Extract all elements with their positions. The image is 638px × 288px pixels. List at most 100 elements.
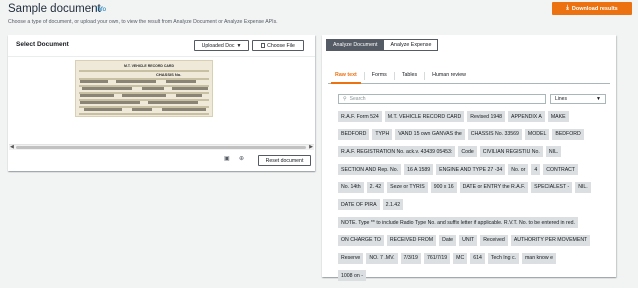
raw-text-chip[interactable]: TYPH [372,128,393,140]
choose-file-button[interactable]: Choose File [252,40,304,51]
raw-text-row: 1008 on - [338,270,610,282]
raw-text-chip[interactable]: 614 [470,252,485,264]
reset-document-button[interactable]: Reset document [258,155,311,166]
raw-text-chip[interactable]: NIL. [575,181,591,193]
file-icon [261,43,266,48]
raw-text-chip[interactable]: Received [480,234,508,246]
document-scan-image: M.T. VEHICLE RECORD CARD CHASSIS No. [75,60,213,117]
view-mode-value: Lines [555,96,567,102]
raw-text-chip[interactable]: 761/7/19 [423,252,451,264]
raw-text-chip[interactable]: M.T. VEHICLE RECORD CARD [384,111,465,122]
scan-header-text: M.T. VEHICLE RECORD CARD [124,64,174,68]
raw-text-chip[interactable]: DATE OF PIRA [338,199,380,211]
raw-text-row: R.A.F. Form 524 M.T. VEHICLE RECORD CARD R… [338,111,610,122]
raw-text-chip[interactable]: AUTHORITY PER MOVEMENT [510,234,591,246]
raw-text-row: R.A.F. REGISTRATION No. ack.v. 43439 054… [338,146,610,158]
raw-text-chip[interactable]: R.A.F. REGISTRATION No. ack.v. 43439 054… [338,146,456,158]
search-placeholder: Search [349,96,366,102]
raw-text-chip[interactable]: Tech Ing c. [487,252,519,264]
raw-text-chip[interactable]: CONTRACT [543,164,579,176]
raw-text-chip[interactable]: 1008 on - [338,270,366,282]
search-icon: ⚲ [343,96,347,102]
raw-text-row: BEDFORD TYPH VAND 15 own GANVAS the CHASSIS… [338,128,610,140]
raw-text-chip[interactable]: 4 [531,164,541,176]
tab-raw-text[interactable]: Raw text [328,68,364,84]
horizontal-scrollbar[interactable]: ◀ ▶ [9,144,314,150]
raw-text-chip[interactable]: man know e [521,252,556,264]
raw-text-chip[interactable]: DATE or ENTRY the R.A.F. [459,181,529,193]
download-results-label: Download results [571,5,618,12]
tab-human-review[interactable]: Human review [425,68,473,83]
select-document-title: Select Document [16,41,69,48]
raw-text-chip[interactable]: NIL. [545,146,562,158]
raw-text-chip[interactable]: ON CHARGE TO [338,234,384,246]
raw-text-chip[interactable]: NO. 7 .MV. [366,252,398,264]
download-icon: ⤓ [566,5,569,11]
scan-chassis-text: CHASSIS No. [156,72,182,77]
raw-text-row: DATE OF PIRA 2.1.42 [338,199,610,211]
raw-text-chip[interactable]: Revised 1948 [467,111,505,122]
page-title: Sample document [8,3,101,15]
raw-text-chip[interactable]: RECEIVED FROM [386,234,437,246]
page-description: Choose a type of document, or upload you… [8,19,278,25]
raw-text-row: Reserve NO. 7 .MV. 7/3/19 761/7/19 MC 614 Tech… [338,252,610,264]
raw-text-chip[interactable]: 2. 42 [366,181,385,193]
raw-text-chip[interactable]: Reserve [338,252,364,264]
page-header: Sample document Info Choose a type of do… [0,0,638,30]
raw-text-chip[interactable]: SPECIALEST - [531,181,573,193]
viewer-toolbar: ▣ ⊕ Reset document [8,151,315,169]
caret-down-icon: ▼ [236,42,242,49]
search-input[interactable]: ⚲ Search [338,94,546,104]
raw-text-chip[interactable]: CIVILIAN REGISTIU No. [479,146,543,158]
scroll-left-icon[interactable]: ◀ [10,144,14,150]
info-link[interactable]: Info [96,7,106,13]
raw-text-chip[interactable]: SECTION AND Rep. No. [338,164,402,176]
tab-forms[interactable]: Forms [365,68,394,83]
uploaded-doc-dropdown[interactable]: Uploaded Doc ▼ [194,40,249,51]
raw-text-chip[interactable]: No. or [508,164,529,176]
raw-text-chip[interactable]: MC [453,252,468,264]
select-document-panel: Select Document Uploaded Doc ▼ Choose Fi… [8,35,315,171]
tab-tables[interactable]: Tables [395,68,424,83]
caret-down-icon: ▼ [596,96,601,102]
tab-analyze-document[interactable]: Analyze Document [326,39,385,51]
raw-text-chip[interactable]: APPENDIX A [508,111,545,122]
raw-text-chip[interactable]: BEDFORD [338,128,370,140]
raw-text-chip[interactable]: NOTE. Type ** to include Radio Type No. … [338,217,578,229]
api-segmented-control: Analyze Document Analyze Expense [326,39,439,51]
choose-file-label: Choose File [267,42,295,49]
raw-text-chip[interactable]: MAKE [547,111,569,122]
raw-text-chip[interactable]: ENGINE AND TYPE 27 -34 [436,164,506,176]
raw-text-chip[interactable]: R.A.F. Form 524 [338,111,382,122]
raw-text-row: SECTION AND Rep. No. 16 A 1589 ENGINE AND … [338,164,610,176]
raw-text-chip[interactable]: 2.1.42 [382,199,404,211]
raw-text-lines: R.A.F. Form 524 M.T. VEHICLE RECORD CARD R… [338,111,610,288]
raw-text-chip[interactable]: 16 A 1589 [404,164,434,176]
raw-text-chip[interactable]: VAND 15 own GANVAS the [395,128,465,140]
raw-text-chip[interactable]: BEDFORD [552,128,584,140]
raw-text-row: No. 14th 2. 42 Seze or TYRIS 900 x 16 DATE o… [338,181,610,193]
result-tabs: Raw text Forms Tables Human review [328,68,610,84]
raw-text-chip[interactable]: 900 x 16 [430,181,457,193]
raw-text-chip[interactable]: UNIT [459,234,478,246]
raw-text-chip[interactable]: Seze or TYRIS [387,181,428,193]
select-document-header: Select Document Uploaded Doc ▼ Choose Fi… [8,35,315,57]
raw-text-chip[interactable]: Date [439,234,457,246]
raw-text-chip[interactable]: MODEL [524,128,550,140]
scroll-right-icon[interactable]: ▶ [309,144,313,150]
raw-text-chip[interactable]: Code [458,146,477,158]
results-panel: Analyze Document Analyze Expense Raw tex… [322,35,616,282]
document-viewer[interactable]: M.T. VEHICLE RECORD CARD CHASSIS No. [9,58,314,144]
zoom-in-icon[interactable]: ⊕ [239,155,244,162]
fit-page-icon[interactable]: ▣ [224,155,230,162]
raw-text-chip[interactable]: CHASSIS No. 33569 [467,128,522,140]
tab-analyze-expense[interactable]: Analyze Expense [384,39,439,51]
scrollbar-thumb[interactable] [16,146,306,149]
raw-text-row: NOTE. Type ** to include Radio Type No. … [338,217,610,229]
uploaded-doc-label: Uploaded Doc [201,42,235,49]
raw-text-chip[interactable]: No. 14th [338,181,364,193]
raw-text-row: ON CHARGE TO RECEIVED FROM Date UNIT Receive… [338,234,610,246]
raw-text-chip[interactable]: 7/3/19 [400,252,421,264]
download-results-button[interactable]: ⤓ Download results [552,2,632,15]
view-mode-select[interactable]: Lines ▼ [550,94,606,104]
